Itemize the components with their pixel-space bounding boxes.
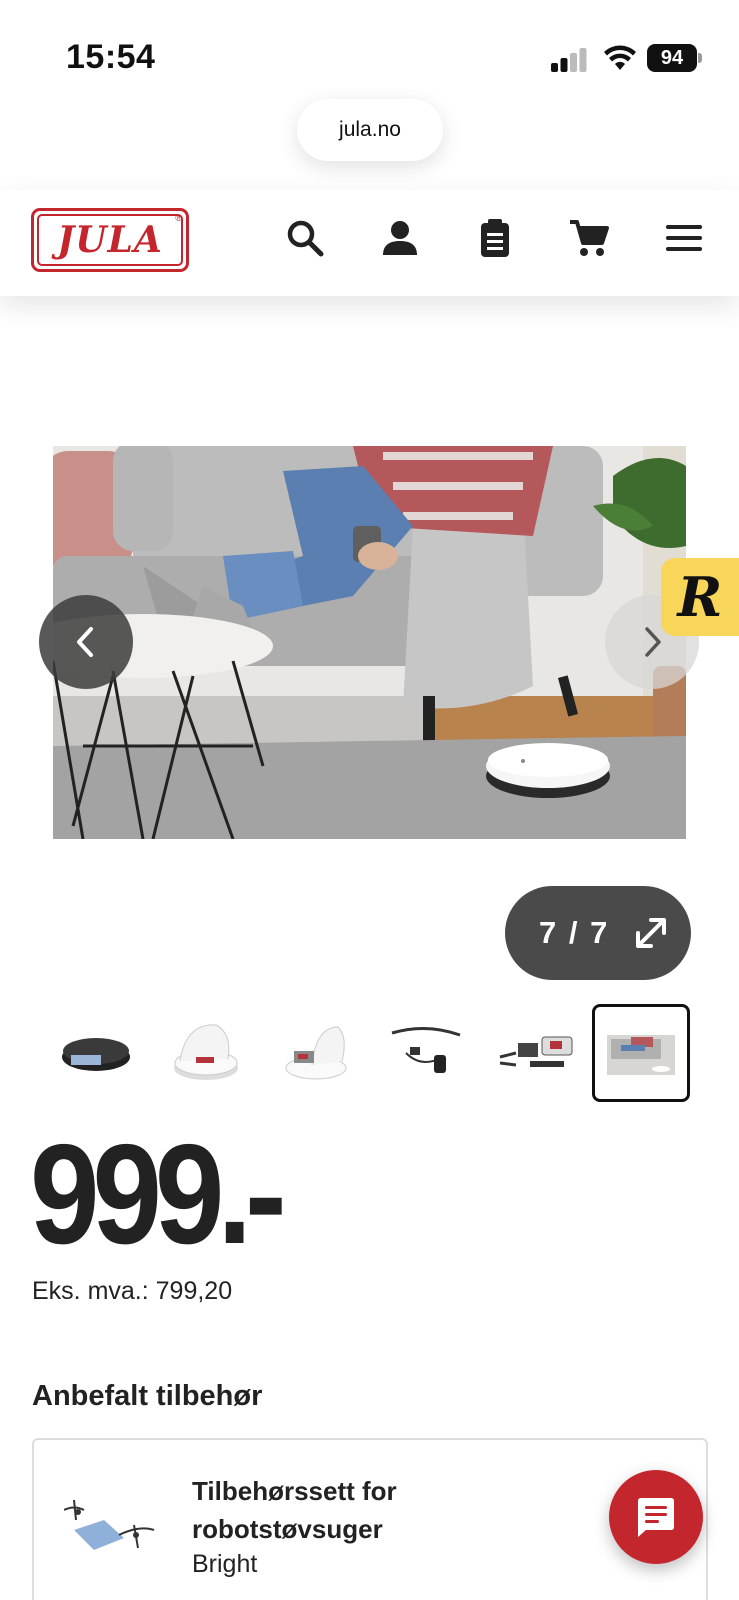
accessory-card[interactable]: Tilbehørssett for robotstøvsuger Bright <box>32 1438 708 1600</box>
status-time: 15:54 <box>66 38 156 76</box>
thumbnail-3[interactable] <box>267 1004 365 1102</box>
accessory-brand: Bright <box>192 1550 258 1578</box>
chat-button[interactable] <box>609 1470 703 1564</box>
site-header: JULA ® <box>0 190 739 296</box>
thumbnail-5[interactable] <box>487 1004 585 1102</box>
gallery-prev-button[interactable] <box>39 595 133 689</box>
accessory-title[interactable]: Tilbehørssett for robotstøvsuger <box>192 1472 492 1548</box>
review-widget-button[interactable]: R <box>661 558 739 636</box>
battery-level: 94 <box>647 44 697 72</box>
price-excl-vat: Eks. mva.: 799,20 <box>32 1277 233 1305</box>
menu-icon[interactable] <box>662 216 706 260</box>
product-main-image[interactable] <box>53 446 686 839</box>
product-price: 999.- <box>30 1115 287 1274</box>
wifi-icon <box>604 45 636 70</box>
search-icon[interactable] <box>283 216 327 260</box>
thumbnail-4[interactable] <box>377 1004 475 1102</box>
section-title-accessories: Anbefalt tilbehør <box>32 1380 263 1412</box>
battery-icon: 94 <box>647 44 702 72</box>
signal-icon <box>551 48 587 72</box>
chevron-left-icon <box>77 627 93 657</box>
gallery-counter-button[interactable]: 7 / 7 <box>505 886 691 980</box>
logo-text: JULA <box>57 219 163 261</box>
url-bar[interactable]: jula.no <box>297 99 443 161</box>
chat-icon <box>638 1498 674 1537</box>
expand-icon <box>636 918 667 948</box>
jula-logo[interactable]: JULA ® <box>31 208 189 272</box>
thumbnail-7-active[interactable] <box>592 1004 690 1102</box>
gallery-counter: 7 / 7 <box>539 915 610 950</box>
clipboard-icon[interactable] <box>473 216 517 260</box>
user-icon[interactable] <box>378 216 422 260</box>
thumbnail-strip <box>40 1004 694 1102</box>
cart-icon[interactable] <box>567 216 611 260</box>
thumbnail-1[interactable] <box>47 1004 145 1102</box>
accessory-image <box>64 1499 155 1550</box>
thumbnail-2[interactable] <box>157 1004 255 1102</box>
